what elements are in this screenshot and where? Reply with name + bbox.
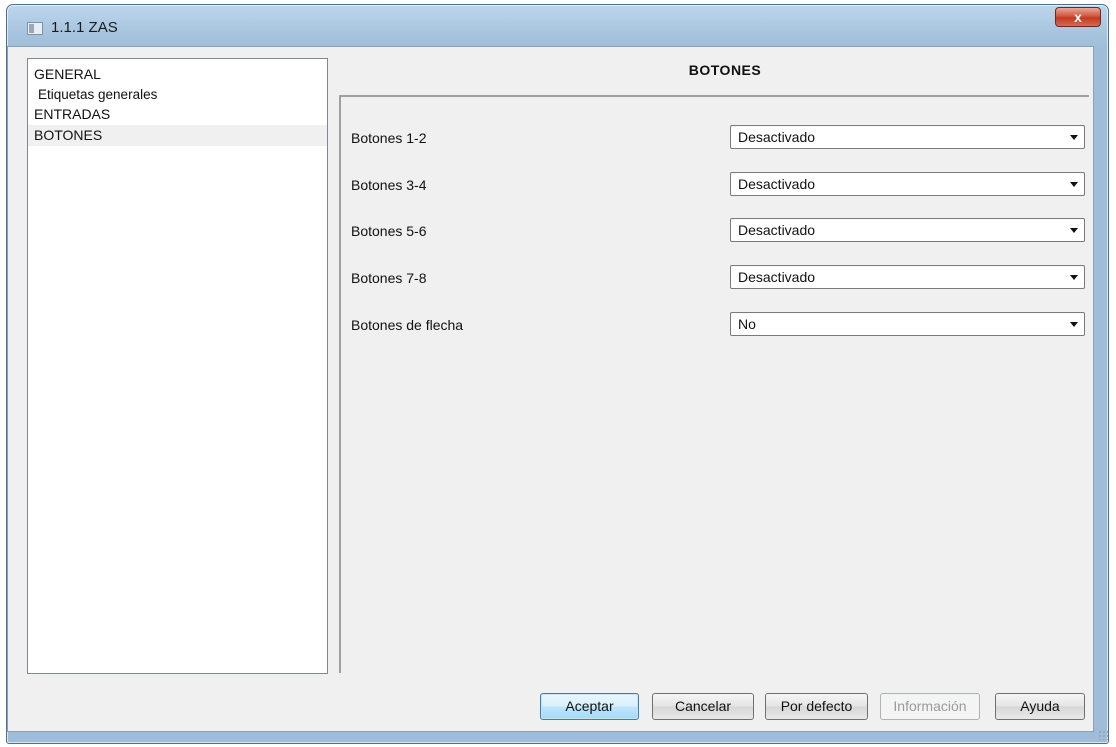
setting-select-botones-5-6[interactable]: Desactivado xyxy=(730,218,1085,242)
tree-item-botones[interactable]: BOTONES xyxy=(28,125,327,146)
accept-button[interactable]: Aceptar xyxy=(540,693,639,720)
setting-select-botones-7-8[interactable]: Desactivado xyxy=(730,265,1085,289)
setting-label-botones-5-6: Botones 5-6 xyxy=(351,223,427,239)
section-tree[interactable]: GENERAL Etiquetas generales ENTRADAS BOT… xyxy=(27,58,328,674)
select-value: Desactivado xyxy=(738,176,816,192)
chevron-down-icon xyxy=(1070,322,1078,327)
setting-select-botones-1-2[interactable]: Desactivado xyxy=(730,125,1085,149)
close-icon: x xyxy=(1074,9,1082,25)
window-title: 1.1.1 ZAS xyxy=(51,19,118,36)
select-value: Desactivado xyxy=(738,129,816,145)
select-value: Desactivado xyxy=(738,269,816,285)
setting-select-botones-3-4[interactable]: Desactivado xyxy=(730,172,1085,196)
chevron-down-icon xyxy=(1070,182,1078,187)
setting-label-botones-de-flecha: Botones de flecha xyxy=(351,317,464,333)
section-title: BOTONES xyxy=(688,62,762,78)
tree-item-etiquetas-generales[interactable]: Etiquetas generales xyxy=(28,85,327,104)
setting-label-botones-3-4: Botones 3-4 xyxy=(351,177,427,193)
defaults-button[interactable]: Por defecto xyxy=(765,693,868,720)
help-button[interactable]: Ayuda xyxy=(995,693,1085,720)
setting-select-botones-de-flecha[interactable]: No xyxy=(730,312,1085,336)
setting-label-botones-1-2: Botones 1-2 xyxy=(351,130,427,146)
app-window-icon xyxy=(27,22,43,35)
tree-item-general[interactable]: GENERAL xyxy=(28,64,327,85)
chevron-down-icon xyxy=(1070,275,1078,280)
chevron-down-icon xyxy=(1070,228,1078,233)
chevron-down-icon xyxy=(1070,135,1078,140)
close-button[interactable]: x xyxy=(1055,7,1101,27)
setting-label-botones-7-8: Botones 7-8 xyxy=(351,270,427,286)
title-bar[interactable]: 1.1.1 ZAS x xyxy=(7,5,1108,51)
select-value: No xyxy=(738,316,756,332)
cancel-button[interactable]: Cancelar xyxy=(652,693,754,720)
tree-item-entradas[interactable]: ENTRADAS xyxy=(28,104,327,125)
select-value: Desactivado xyxy=(738,222,816,238)
resize-grip-icon[interactable] xyxy=(1098,730,1108,740)
info-button: Información xyxy=(880,693,980,720)
